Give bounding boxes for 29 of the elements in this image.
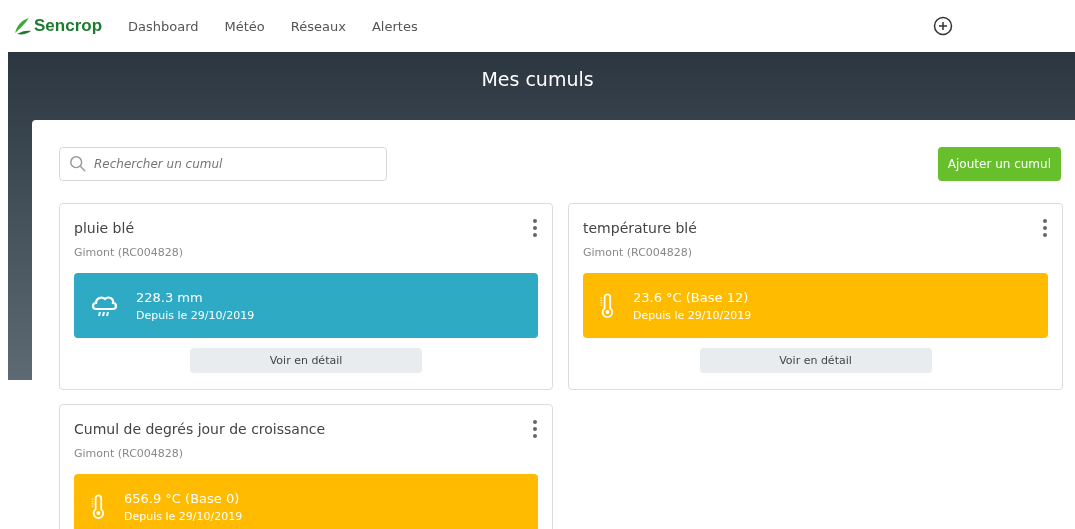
- more-menu-icon[interactable]: [532, 218, 538, 238]
- cumul-since-date: Depuis le 29/10/2019: [633, 308, 752, 322]
- more-menu-icon[interactable]: [532, 419, 538, 439]
- thermometer-icon: [90, 493, 106, 520]
- station-name: Gimont (RC004828): [583, 246, 694, 259]
- cumul-since-date: Depuis le 29/10/2019: [124, 509, 243, 523]
- cumul-value: 228.3 mm: [136, 289, 204, 305]
- station-name: Gimont (RC004828): [74, 246, 185, 259]
- card-title: température blé: [583, 220, 697, 236]
- thermometer-icon: [599, 292, 615, 319]
- cumul-since-date: Depuis le 29/10/2019: [136, 308, 255, 322]
- detail-button[interactable]: Voir en détail: [699, 348, 932, 373]
- cumul-value: 23.6 °C (Base 12): [633, 289, 750, 305]
- card-title: pluie blé: [74, 220, 134, 236]
- rain-cloud-icon: [90, 293, 118, 318]
- nav-link[interactable]: Météo: [224, 18, 265, 34]
- card-title: Cumul de degrés jour de croissance: [74, 421, 326, 437]
- page-title: Mes cumuls: [480, 67, 595, 92]
- nav-link[interactable]: Alertes: [371, 18, 418, 34]
- add-circle-icon[interactable]: [933, 16, 953, 36]
- station-name: Gimont (RC004828): [74, 447, 185, 460]
- brand-name: Sencrop: [34, 16, 103, 36]
- leaf-logo-icon: [12, 16, 32, 36]
- search-field[interactable]: Rechercher un cumul: [59, 147, 387, 181]
- detail-button[interactable]: Voir en détail: [190, 348, 422, 373]
- more-menu-icon[interactable]: [1042, 218, 1048, 238]
- nav-link[interactable]: Réseaux: [290, 18, 346, 34]
- cumul-value: 656.9 °C (Base 0): [124, 490, 241, 506]
- nav-link[interactable]: Dashboard: [128, 18, 199, 34]
